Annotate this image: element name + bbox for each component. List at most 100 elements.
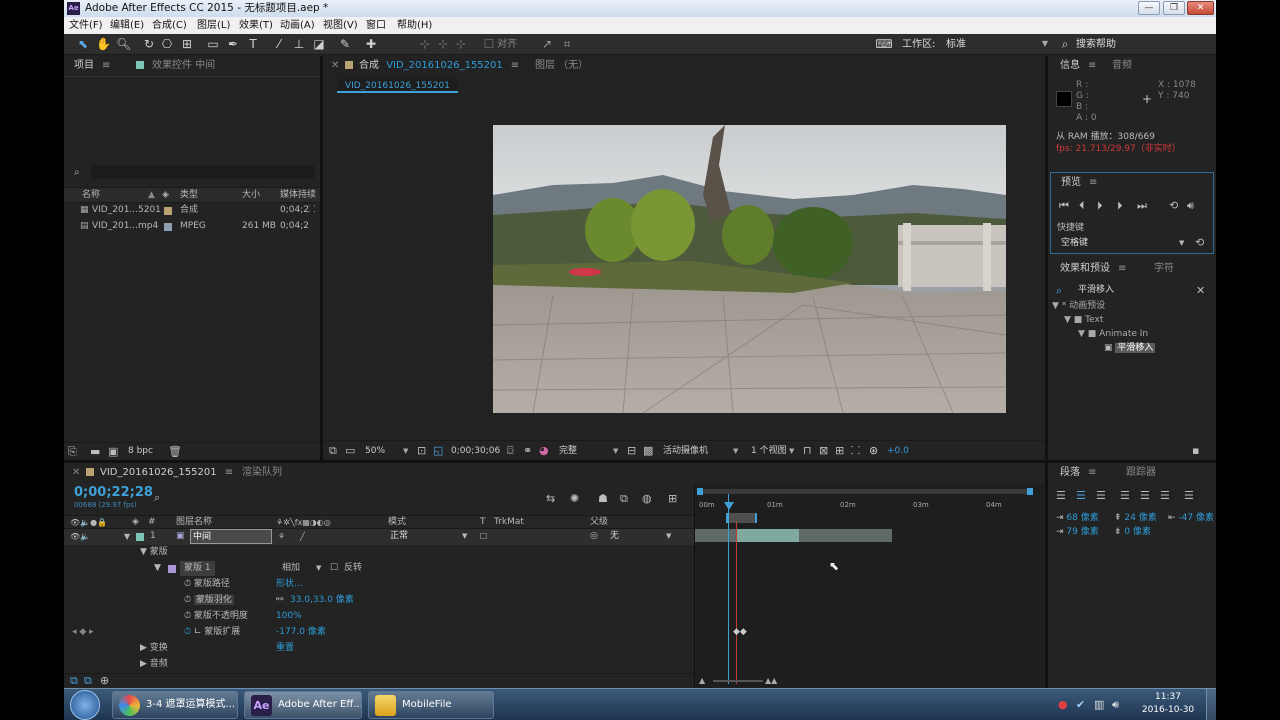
channel-icon[interactable]: ◕	[539, 445, 549, 457]
tab-render-queue[interactable]: 渲染队列	[242, 463, 282, 483]
mask-visibility-icon[interactable]: ◱	[433, 445, 443, 457]
tab-composition[interactable]: 合成 VID_20161026_155201 ≡	[345, 56, 519, 76]
preserve-transparency-checkbox[interactable]: ☐	[480, 529, 487, 544]
magnification-select[interactable]: 50%	[365, 444, 385, 459]
motion-blur-icon[interactable]: ◍	[642, 493, 652, 505]
type-tool-icon[interactable]: T	[246, 37, 260, 51]
rotate-tool-icon[interactable]: ↻	[142, 37, 156, 51]
keyframe-marker[interactable]: ◆◆	[733, 625, 747, 640]
property-row[interactable]: ⏱ 蒙版不透明度 100%	[184, 609, 684, 624]
bit-depth-button[interactable]: 8 bpc	[128, 444, 153, 459]
zoom-out-icon[interactable]: ▲	[699, 673, 705, 688]
align-left-icon[interactable]: ☰	[1056, 490, 1066, 502]
property-row[interactable]: ⏱ 蒙版羽化 ⚯ 33.0,33.0 像素	[184, 593, 684, 608]
new-folder-icon[interactable]: ▬	[90, 446, 100, 458]
world-axis-icon[interactable]: ⊹	[436, 37, 450, 51]
time-navigator[interactable]	[697, 489, 1033, 494]
menu-effect[interactable]: 效果(T)	[239, 17, 273, 34]
clone-stamp-tool-icon[interactable]: ⊥	[292, 37, 306, 51]
indent-left-field[interactable]: ⇥ 68 像素	[1056, 511, 1099, 526]
output-display-icon[interactable]: ▭	[345, 445, 355, 457]
volume-icon[interactable]: 🔊︎	[1112, 699, 1119, 711]
col-layer-name[interactable]: 图层名称	[176, 515, 212, 530]
close-tab-icon[interactable]: ✕	[72, 463, 80, 483]
current-time-indicator[interactable]	[728, 494, 729, 684]
draft-3d-icon[interactable]: ✺	[570, 493, 579, 505]
space-before-value[interactable]: 24 像素	[1124, 513, 1156, 523]
region-of-interest-icon[interactable]: ⊟	[627, 445, 636, 457]
work-area-bar[interactable]	[726, 513, 757, 523]
shy-switch-icon[interactable]: ⚘	[278, 529, 285, 544]
indent-left-value[interactable]: 68 像素	[1066, 513, 1098, 523]
indent-right-value[interactable]: -47 像素	[1178, 513, 1214, 523]
interpret-footage-icon[interactable]: ⎘	[68, 446, 77, 458]
expand-arrow-icon[interactable]: ▼	[154, 561, 161, 576]
mode-dropdown-icon[interactable]: ▼	[462, 529, 467, 544]
tree-item-animate-in[interactable]: ▼ ■ Animate In	[1078, 328, 1148, 341]
first-line-indent-value[interactable]: 79 像素	[1066, 527, 1098, 537]
tab-effects-presets[interactable]: 效果和预设 ≡	[1060, 259, 1126, 279]
toggle-switches-icon[interactable]: ⊕	[100, 675, 109, 687]
effects-search-input[interactable]: 平滑移入	[1078, 283, 1114, 298]
puppet-pin-tool-icon[interactable]: ✚	[364, 37, 378, 51]
sort-icon[interactable]: ▲	[148, 188, 155, 203]
mask-color-swatch[interactable]	[168, 565, 176, 573]
keyframe-navigator[interactable]: ◂ ◆ ▸	[72, 625, 94, 640]
brush-tool-icon[interactable]: ⁄	[272, 37, 286, 51]
network-icon[interactable]: ▥	[1094, 699, 1104, 711]
audio-group[interactable]: ▶ 音频	[140, 657, 168, 672]
expand-arrow-icon[interactable]: ▼	[1052, 301, 1062, 311]
reset-transform-link[interactable]: 重置	[276, 641, 294, 656]
time-graph[interactable]: 00m 01m 02m 03m 04m ◆◆ ⬉ ▲ ▲▲	[694, 485, 1045, 688]
menu-edit[interactable]: 编辑(E)	[110, 17, 144, 34]
project-search-icon[interactable]: ⌕	[74, 167, 86, 179]
minimize-button[interactable]: —	[1138, 1, 1160, 15]
panel-menu-icon[interactable]: ≡	[102, 56, 110, 76]
menu-composition[interactable]: 合成(C)	[152, 17, 187, 34]
label-column-icon[interactable]: ◈	[132, 515, 139, 530]
col-mode[interactable]: 模式	[388, 515, 406, 530]
search-help-field[interactable]: 搜索帮助	[1076, 34, 1116, 55]
zoom-tool-icon[interactable]: 🔍︎	[116, 37, 131, 51]
tray-app-icon[interactable]: ●	[1058, 699, 1068, 711]
composition-viewer-frame[interactable]	[493, 125, 1006, 413]
space-after-value[interactable]: 0 像素	[1124, 527, 1151, 537]
expand-arrow-icon[interactable]: ▼	[140, 547, 150, 557]
timeline-current-time[interactable]: 0;00;22;28	[74, 485, 153, 500]
justify-center-icon[interactable]: ☰	[1140, 490, 1150, 502]
reset-exposure-icon[interactable]: ⊛	[869, 445, 878, 457]
pen-tool-icon[interactable]: ✒	[226, 37, 240, 51]
maximize-button[interactable]: ❐	[1163, 1, 1185, 15]
col-trkmat[interactable]: TrkMat	[494, 515, 524, 530]
show-snapshot-icon[interactable]: ⚭	[523, 445, 532, 457]
expand-modes-icon[interactable]: ⧉	[84, 675, 92, 687]
workspace-value[interactable]: 标准	[946, 34, 966, 55]
mute-audio-icon[interactable]: 🔊︎	[1187, 200, 1194, 212]
panel-menu-icon[interactable]: ≡	[511, 56, 519, 76]
pan-behind-tool-icon[interactable]: ⊞	[180, 37, 194, 51]
space-before-field[interactable]: ⇞ 24 像素	[1114, 511, 1157, 526]
fast-previews-icon[interactable]: ⊠	[819, 445, 828, 457]
project-search-input[interactable]	[90, 165, 314, 179]
panel-menu-icon[interactable]: ≡	[1089, 173, 1097, 193]
mask-mode-dropdown-icon[interactable]: ▼	[316, 561, 321, 576]
video-switch-icon[interactable]: 👁︎🔈	[70, 529, 90, 544]
navigator-start-handle[interactable]	[697, 488, 703, 495]
current-time-head[interactable]	[724, 502, 734, 510]
tray-clock[interactable]: 11:37 2016-10-30	[1138, 691, 1198, 717]
layer-label-color[interactable]	[136, 533, 144, 541]
align-center-icon[interactable]: ☰	[1076, 490, 1086, 502]
taskbar-item[interactable]: MobileFile	[368, 691, 494, 719]
expand-arrow-icon[interactable]: ▼	[124, 529, 130, 544]
label-color[interactable]	[164, 223, 172, 231]
tree-item-animation-presets[interactable]: ▼ * 动画预设	[1052, 300, 1105, 313]
flowchart-icon[interactable]: ⸬	[308, 203, 315, 218]
camera-dropdown-icon[interactable]: ▼	[733, 444, 738, 459]
tab-tracker[interactable]: 跟踪器	[1126, 463, 1156, 483]
parent-dropdown-icon[interactable]: ▼	[666, 529, 671, 544]
project-item[interactable]: ▤ VID_201...mp4 MPEG 261 MB 0;04;2	[64, 219, 320, 234]
show-desktop-button[interactable]	[1206, 689, 1216, 720]
tab-preview[interactable]: 预览 ≡	[1061, 173, 1097, 193]
magnification-dropdown-icon[interactable]: ▼	[403, 444, 408, 459]
label-column-icon[interactable]: ◈	[162, 188, 169, 203]
